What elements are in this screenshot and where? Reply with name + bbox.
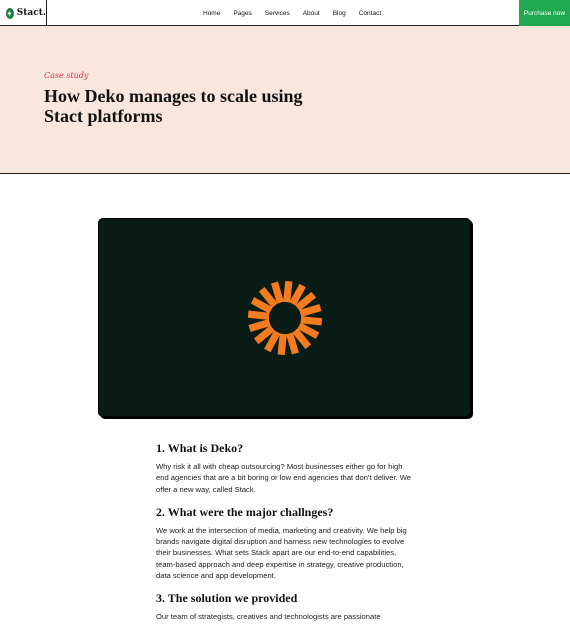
case-study-label: Case study: [44, 71, 89, 80]
sunburst-logo-icon: [247, 280, 323, 356]
page-title: How Deko manages to scale using Stact pl…: [44, 86, 303, 126]
hero-section: Case study How Deko manages to scale usi…: [0, 26, 570, 174]
section-heading: 2. What were the major challnges?: [156, 504, 334, 519]
purchase-button[interactable]: Purchase now: [519, 0, 570, 26]
nav-services-link[interactable]: Services: [265, 10, 290, 17]
section-body: We work at the intersection of media, ma…: [156, 525, 407, 581]
sunburst-ray: [300, 316, 323, 326]
sunburst-ray: [247, 310, 270, 320]
top-navigation-bar: Stact. Home Pages Services About Blog Co…: [0, 0, 570, 26]
section-heading: 3. The solution we provided: [156, 591, 298, 606]
nav-home-link[interactable]: Home: [203, 10, 220, 17]
nav-pages-link[interactable]: Pages: [233, 10, 251, 17]
case-study-article: 1. What is Deko? Why risk it all with ch…: [156, 441, 416, 633]
sunburst-ray: [277, 333, 287, 356]
brand-name: Stact.: [16, 8, 46, 18]
main-nav: Home Pages Services About Blog Contact: [203, 0, 394, 26]
bolt-icon: [6, 7, 14, 19]
feature-media-card: [98, 218, 471, 417]
section-body: Why risk it all with cheap outsourcing? …: [156, 462, 412, 494]
brand-logo[interactable]: Stact.: [0, 0, 47, 26]
section-body: Our team of strategists, creatives and t…: [156, 612, 381, 622]
sunburst-ray: [283, 280, 293, 303]
nav-blog-link[interactable]: Blog: [333, 10, 346, 17]
section-heading: 1. What is Deko?: [156, 441, 244, 455]
nav-about-link[interactable]: About: [303, 10, 320, 17]
nav-contact-link[interactable]: Contact: [359, 10, 381, 17]
